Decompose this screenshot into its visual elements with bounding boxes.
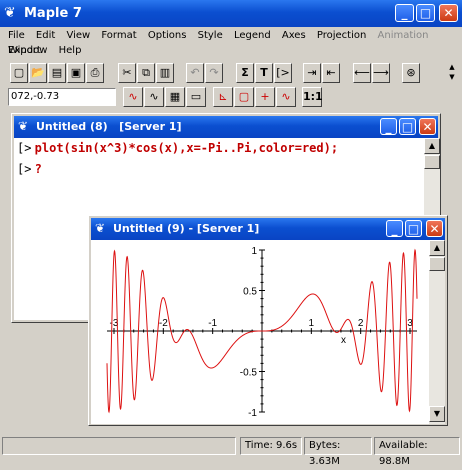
line-style-button[interactable]: ∿ bbox=[123, 87, 143, 107]
close-button[interactable]: ✕ bbox=[439, 4, 458, 22]
maple-logo-icon: ❦ bbox=[4, 5, 16, 21]
frame-axes-button[interactable]: ⊾ bbox=[213, 87, 233, 107]
y-tick-label: 0.5 bbox=[243, 287, 257, 298]
plot-command[interactable]: plot(sin(x^3)*cos(x),x=-Pi..Pi,color=red… bbox=[35, 141, 338, 155]
coordinate-field: 072,-0.73 bbox=[8, 88, 116, 106]
worksheet-title: Untitled (8) [Server 1] bbox=[36, 120, 182, 133]
spline-style-button[interactable]: ∿ bbox=[144, 87, 164, 107]
text-button[interactable]: T bbox=[255, 63, 273, 83]
input-line-2[interactable]: [> ? bbox=[17, 162, 42, 176]
plot-scroll-thumb[interactable] bbox=[429, 257, 445, 271]
worksheet-maximize-button[interactable]: □ bbox=[399, 118, 416, 135]
x-tick-label: 2 bbox=[358, 318, 364, 329]
app-titlebar[interactable]: ❦ Maple 7 _ □ ✕ bbox=[0, 0, 462, 27]
status-available: Available: 98.8M bbox=[374, 437, 460, 467]
maple-doc-icon: ❦ bbox=[18, 119, 29, 133]
indent-button[interactable]: ⇥ bbox=[303, 63, 321, 83]
forward-button[interactable]: ⟶ bbox=[372, 63, 390, 83]
input-line-1[interactable]: [> plot(sin(x^3)*cos(x),x=-Pi..Pi,color=… bbox=[17, 141, 338, 155]
worksheet-close-button[interactable]: ✕ bbox=[419, 118, 436, 135]
status-time: Time: 9.6s bbox=[240, 437, 302, 455]
menu-bar: File Edit View Format Options Style Lege… bbox=[4, 28, 460, 60]
plot-window: ❦ Untitled (9) - [Server 1] _ □ ✕ -3 -2 -1… bbox=[88, 215, 448, 426]
status-bytes: Bytes: 3.63M bbox=[304, 437, 372, 467]
outdent-button[interactable]: ⇤ bbox=[322, 63, 340, 83]
minimize-button[interactable]: _ bbox=[395, 4, 414, 22]
maximize-button[interactable]: □ bbox=[416, 4, 435, 22]
worksheet-titlebar[interactable]: ❦ Untitled (8) [Server 1] _ □ ✕ bbox=[14, 116, 438, 138]
plot-scroll-up-icon[interactable]: ▲ bbox=[429, 240, 445, 256]
back-button[interactable]: ⟵ bbox=[353, 63, 371, 83]
menu-axes[interactable]: Axes bbox=[278, 28, 310, 43]
plot-area[interactable]: -3 -2 -1 1 2 3 1 0.5 -0.5 -1 x bbox=[91, 240, 429, 424]
pending-input[interactable]: ? bbox=[35, 162, 42, 176]
prompt-marker-2: [> bbox=[17, 162, 32, 176]
scroll-up-icon[interactable]: ▲ bbox=[424, 138, 440, 154]
x-axis-label: x bbox=[341, 335, 346, 346]
x-tick-label: -2 bbox=[159, 318, 168, 329]
box-axes-button[interactable]: ▢ bbox=[234, 87, 254, 107]
menu-projection[interactable]: Projection bbox=[313, 28, 370, 43]
menu-edit[interactable]: Edit bbox=[32, 28, 59, 43]
stop-button[interactable]: ⊛ bbox=[402, 63, 420, 83]
plot-titlebar[interactable]: ❦ Untitled (9) - [Server 1] _ □ ✕ bbox=[91, 218, 445, 240]
menu-file[interactable]: File bbox=[4, 28, 29, 43]
menu-animation[interactable]: Animation bbox=[374, 28, 433, 43]
y-tick-label: 1 bbox=[251, 246, 257, 257]
toolbar-scrollbar[interactable]: ▲ ▼ bbox=[446, 62, 458, 84]
no-axes-button[interactable]: ∿ bbox=[276, 87, 296, 107]
save-button[interactable]: ▣ bbox=[67, 63, 85, 83]
plot-minimize-button[interactable]: _ bbox=[386, 220, 403, 237]
plot-maximize-button[interactable]: □ bbox=[405, 220, 422, 237]
exec-group-button[interactable]: [> bbox=[274, 63, 292, 83]
save-all-button[interactable]: ▤ bbox=[48, 63, 66, 83]
menu-options[interactable]: Options bbox=[144, 28, 191, 43]
plot-scroll-down-icon[interactable]: ▼ bbox=[429, 406, 445, 422]
x-tick-label: 1 bbox=[309, 318, 315, 329]
new-button[interactable]: ▢ bbox=[10, 63, 28, 83]
y-tick-label: -1 bbox=[248, 408, 257, 419]
patch-no-grid-button[interactable]: ▭ bbox=[186, 87, 206, 107]
plot-title: Untitled (9) - [Server 1] bbox=[113, 222, 260, 235]
app-title: Maple 7 bbox=[24, 6, 82, 21]
y-tick-label: -0.5 bbox=[240, 368, 258, 379]
print-button[interactable]: ⎙ bbox=[86, 63, 104, 83]
prompt-marker: [> bbox=[17, 141, 32, 155]
plot-close-button[interactable]: ✕ bbox=[426, 220, 443, 237]
cut-button[interactable]: ✂ bbox=[118, 63, 136, 83]
undo-button[interactable]: ↶ bbox=[186, 63, 204, 83]
maple-plot-icon: ❦ bbox=[95, 221, 106, 235]
status-bar: Time: 9.6s Bytes: 3.63M Available: 98.8M bbox=[0, 437, 462, 467]
scroll-thumb[interactable] bbox=[424, 155, 440, 169]
menu-view[interactable]: View bbox=[62, 28, 94, 43]
menu-format[interactable]: Format bbox=[97, 28, 140, 43]
worksheet-minimize-button[interactable]: _ bbox=[380, 118, 397, 135]
menu-legend[interactable]: Legend bbox=[230, 28, 275, 43]
constrained-button[interactable]: 1:1 bbox=[302, 87, 323, 107]
copy-button[interactable]: ⧉ bbox=[137, 63, 155, 83]
plot-scrollbar[interactable]: ▲ ▼ bbox=[429, 240, 445, 424]
menu-help[interactable]: Help bbox=[55, 43, 86, 58]
redo-button[interactable]: ↷ bbox=[205, 63, 223, 83]
paste-button[interactable]: ▥ bbox=[156, 63, 174, 83]
open-button[interactable]: 📂 bbox=[29, 63, 47, 83]
coordinate-value: 072,-0.73 bbox=[11, 91, 60, 102]
patch-style-button[interactable]: ▦ bbox=[165, 87, 185, 107]
x-tick-label: -1 bbox=[208, 318, 217, 329]
menu-style[interactable]: Style bbox=[194, 28, 227, 43]
sigma-button[interactable]: Σ bbox=[236, 63, 254, 83]
status-empty bbox=[2, 437, 236, 455]
normal-axes-button[interactable]: + bbox=[255, 87, 275, 107]
menu-window[interactable]: Window bbox=[4, 43, 51, 58]
plot-chart: -3 -2 -1 1 2 310.5-0.5-1x bbox=[106, 246, 418, 419]
